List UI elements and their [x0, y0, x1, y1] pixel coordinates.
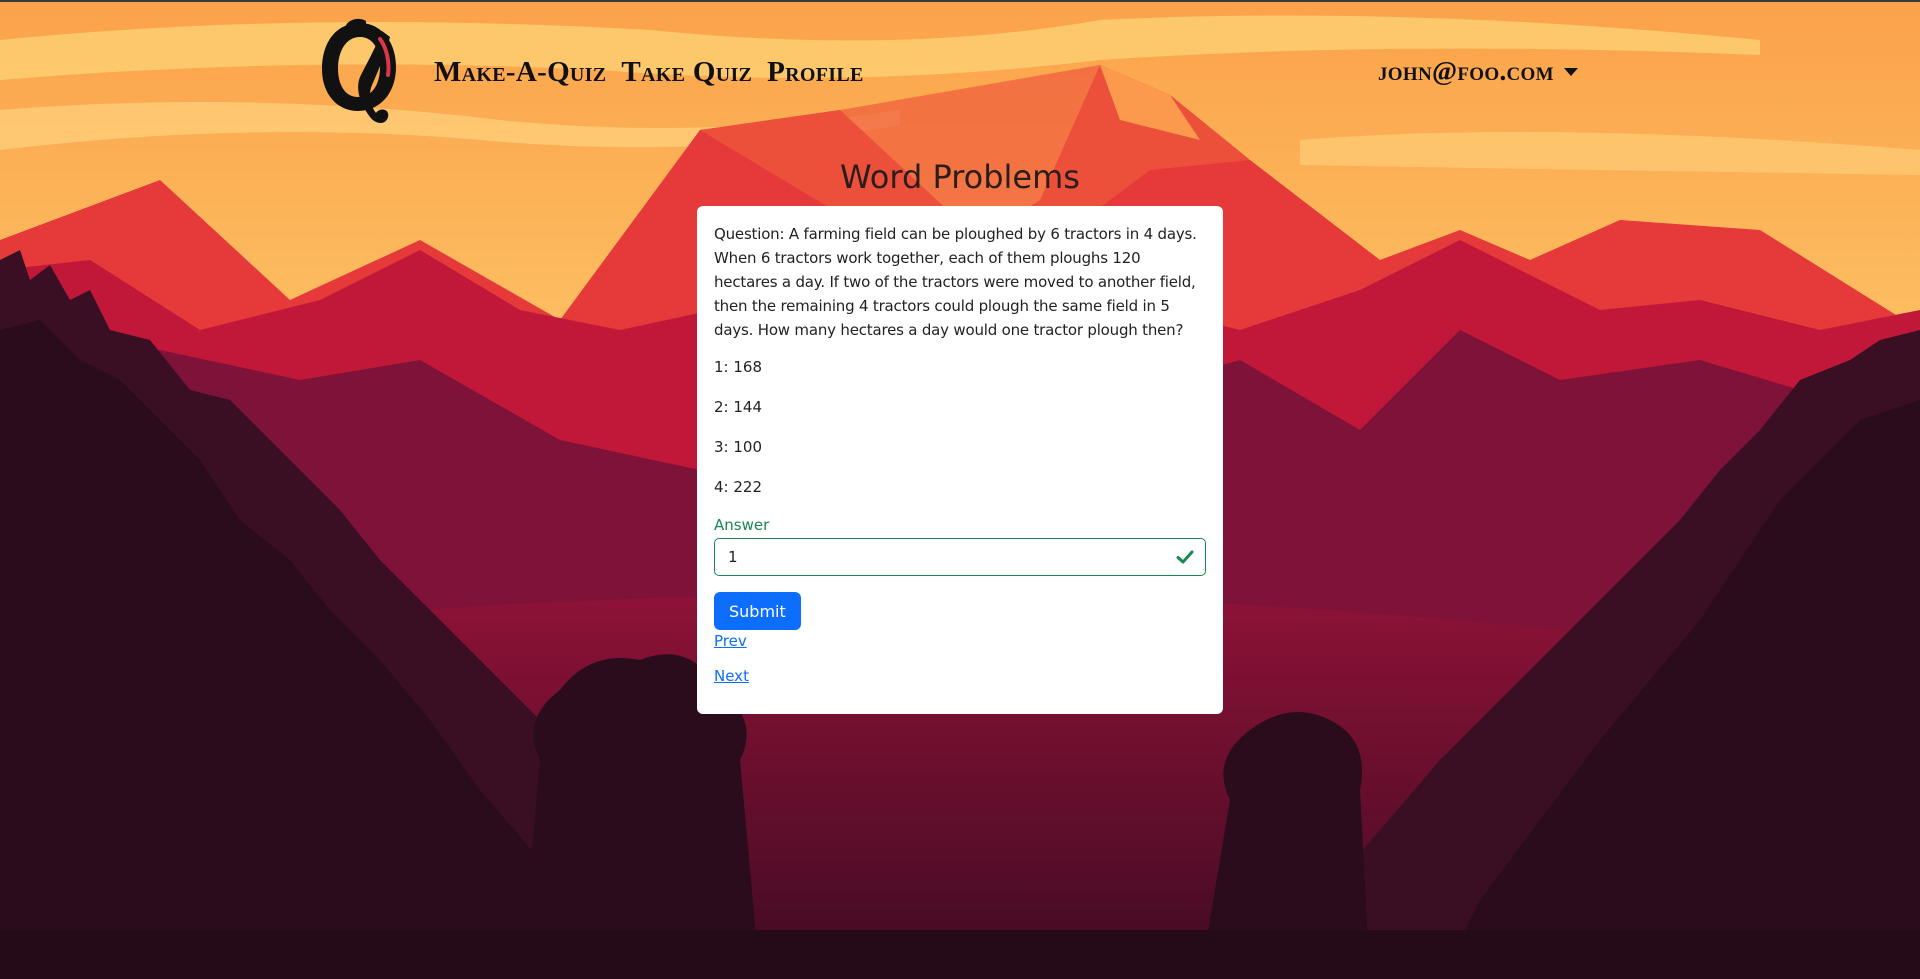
option-2: 2: 144 — [714, 398, 762, 416]
option-3: 3: 100 — [714, 438, 762, 456]
option-1: 1: 168 — [714, 358, 762, 376]
next-link[interactable]: Next — [714, 667, 1206, 685]
navbar: Make-A-Quiz Take Quiz Profile john@foo.c… — [0, 0, 1920, 130]
window-top-border — [0, 0, 1920, 2]
nav-profile[interactable]: Profile — [767, 56, 864, 89]
user-dropdown[interactable]: john@foo.com — [1378, 56, 1578, 87]
user-email: john@foo.com — [1378, 56, 1554, 86]
answer-label: Answer — [714, 516, 770, 534]
submit-button[interactable]: Submit — [714, 592, 801, 630]
nav-make-a-quiz[interactable]: Make-A-Quiz — [434, 56, 606, 89]
option-4: 4: 222 — [714, 478, 762, 496]
prev-link[interactable]: Prev — [714, 632, 1206, 650]
main-nav: Make-A-Quiz Take Quiz Profile — [434, 56, 864, 89]
page-title: Word Problems — [840, 158, 1080, 196]
answer-field-wrapper — [714, 538, 1206, 576]
caret-down-icon — [1563, 67, 1578, 76]
quiz-logo-icon[interactable] — [316, 17, 404, 129]
checkmark-icon — [1176, 550, 1194, 564]
nav-take-quiz[interactable]: Take Quiz — [621, 56, 752, 89]
question-text: Question: A farming field can be ploughe… — [714, 225, 1197, 339]
question-card: Question: A farming field can be ploughe… — [697, 206, 1223, 714]
answer-input[interactable] — [714, 538, 1206, 576]
